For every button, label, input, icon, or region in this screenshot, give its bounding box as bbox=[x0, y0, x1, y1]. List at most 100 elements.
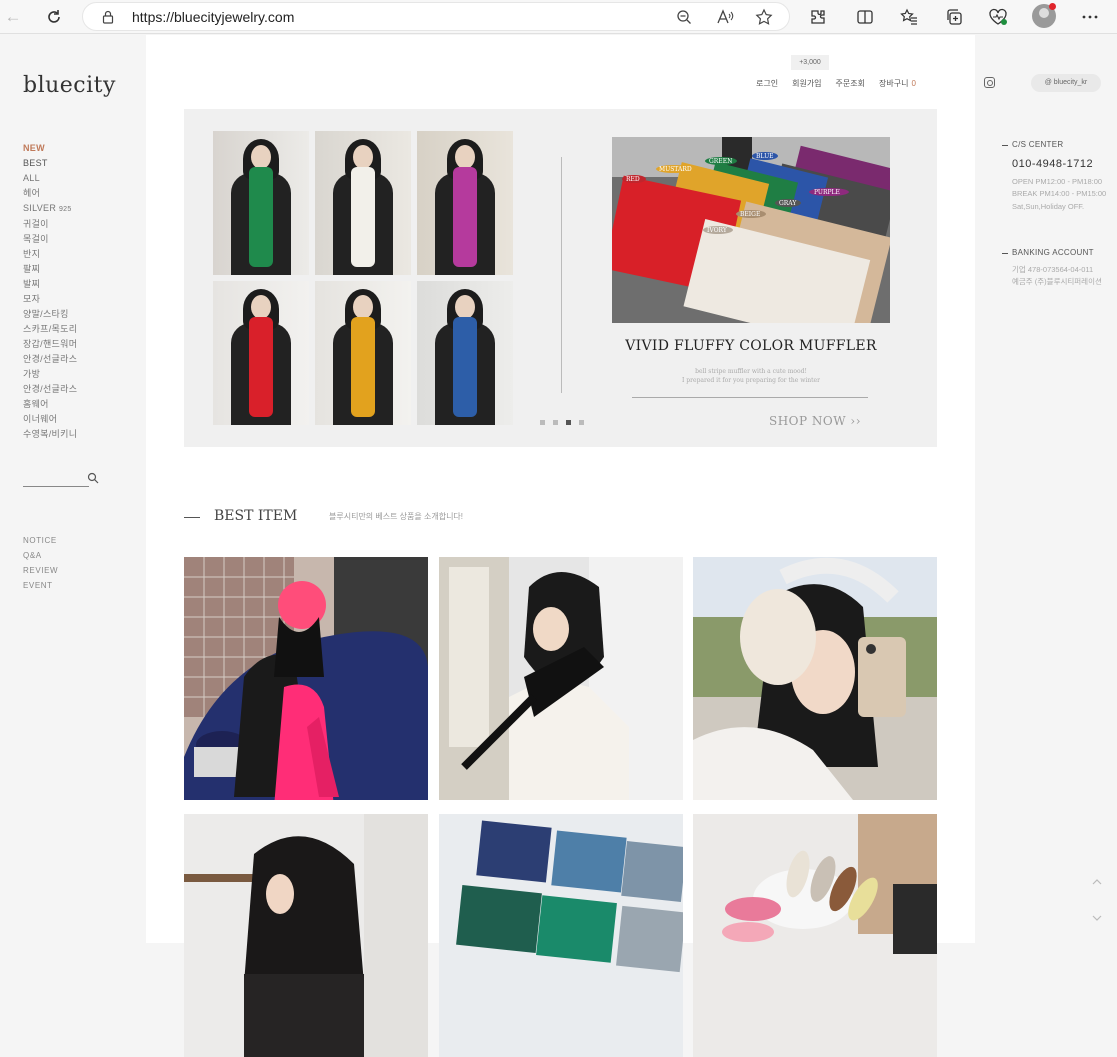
nav-item-notice[interactable]: NOTICE bbox=[23, 533, 58, 548]
hero-title: VIVID FLUFFY COLOR MUFFLER bbox=[625, 338, 877, 354]
product-card-fur-earmuff[interactable] bbox=[693, 557, 937, 800]
cart-label: 장바구니 bbox=[879, 79, 909, 88]
nav-item-anklet[interactable]: 발찌 bbox=[23, 277, 77, 292]
hero-tile-blue bbox=[417, 281, 513, 425]
scarf-swatch bbox=[249, 167, 273, 267]
category-nav: NEW BEST ALL 헤어 SILVER 925 귀걸이 목걸이 반지 팔찌… bbox=[23, 141, 77, 442]
cs-phone: 010-4948-1712 bbox=[1012, 158, 1094, 170]
product-card-knit-hood[interactable] bbox=[184, 814, 428, 1057]
hero-subtitle-line-2: I prepared it for you preparing for the … bbox=[682, 377, 820, 384]
zoom-out-icon[interactable] bbox=[673, 6, 695, 28]
signup-points-badge: +3,000 bbox=[791, 55, 829, 70]
nav-item-homewear[interactable]: 홈웨어 bbox=[23, 397, 77, 412]
scroll-down-icon[interactable] bbox=[1092, 913, 1102, 923]
product-card-solid-mufflers[interactable] bbox=[439, 814, 683, 1057]
scarf-swatch bbox=[249, 317, 273, 417]
account-holder: 예금주 (주)블루시티퍼레이션 bbox=[1012, 277, 1102, 286]
carousel-dot-1[interactable] bbox=[540, 420, 545, 425]
nav-item-best[interactable]: BEST bbox=[23, 156, 77, 171]
cart-link[interactable]: 장바구니 0 bbox=[879, 78, 916, 89]
product-card-pink-muffler[interactable] bbox=[184, 557, 428, 800]
nav-item-hair[interactable]: 헤어 bbox=[23, 186, 77, 201]
nav-item-glasses-2[interactable]: 안경/선글라스 bbox=[23, 382, 77, 397]
notification-dot bbox=[1049, 3, 1056, 10]
lock-icon bbox=[102, 10, 114, 24]
nav-item-bag[interactable]: 가방 bbox=[23, 367, 77, 382]
address-bar[interactable]: https://bluecityjewelry.com bbox=[82, 2, 790, 31]
carousel-dot-2[interactable] bbox=[553, 420, 558, 425]
favorites-icon[interactable] bbox=[896, 4, 922, 30]
nav-item-event[interactable]: EVENT bbox=[23, 578, 58, 593]
nav-item-bracelet[interactable]: 팔찌 bbox=[23, 262, 77, 277]
tag-green: GREEN bbox=[709, 158, 732, 165]
back-icon[interactable]: ← bbox=[0, 4, 26, 30]
scroll-up-icon[interactable] bbox=[1092, 877, 1102, 887]
hero-subtitle-line-1: bell stripe muffler with a cute mood! bbox=[695, 368, 807, 375]
collections-icon[interactable] bbox=[941, 4, 967, 30]
right-sidebar: @ bluecity_kr C/S CENTER 010-4948-1712 O… bbox=[975, 35, 1117, 943]
nav-item-hat[interactable]: 모자 bbox=[23, 292, 77, 307]
nav-item-glasses[interactable]: 안경/선글라스 bbox=[23, 352, 77, 367]
tag-red: RED bbox=[626, 176, 640, 183]
more-options-icon[interactable] bbox=[1077, 4, 1103, 30]
nav-item-necklace[interactable]: 목걸이 bbox=[23, 232, 77, 247]
order-lookup-link[interactable]: 주문조회 bbox=[836, 78, 865, 89]
nav-item-silver[interactable]: SILVER 925 bbox=[23, 201, 77, 217]
browser-toolbar: ← https://bluecityjewelry.com bbox=[0, 0, 1117, 34]
tag-purple: PURPLE bbox=[814, 189, 840, 196]
search-icon[interactable] bbox=[87, 472, 99, 484]
scarf-swatch bbox=[453, 317, 477, 417]
hero-rule bbox=[632, 397, 868, 398]
hero-tile-purple bbox=[417, 131, 513, 275]
tag-ivory: IVORY bbox=[707, 227, 728, 234]
hero-tile-green bbox=[213, 131, 309, 275]
carousel-dot-3[interactable] bbox=[566, 420, 571, 425]
hero-divider bbox=[561, 157, 562, 393]
product-card-black-balaclava[interactable] bbox=[439, 557, 683, 800]
browser-essentials-icon[interactable] bbox=[985, 4, 1011, 30]
nav-item-new[interactable]: NEW bbox=[23, 141, 77, 156]
hero-tile-ivory bbox=[315, 131, 411, 275]
hero-tile-mustard bbox=[315, 281, 411, 425]
nav-item-silver-label: SILVER bbox=[23, 203, 57, 213]
cs-break-hours: BREAK PM14:00 - PM15:00 bbox=[1012, 189, 1107, 198]
nav-item-qna[interactable]: Q&A bbox=[23, 548, 58, 563]
nav-item-earrings[interactable]: 귀걸이 bbox=[23, 217, 77, 232]
instagram-icon[interactable] bbox=[984, 77, 995, 88]
hero-subtitle: bell stripe muffler with a cute mood! I … bbox=[612, 367, 890, 385]
refresh-icon[interactable] bbox=[41, 4, 67, 30]
product-card-fluffy-hairpins[interactable] bbox=[693, 814, 937, 1057]
instagram-handle[interactable]: @ bluecity_kr bbox=[1031, 74, 1101, 92]
cs-center-heading: C/S CENTER bbox=[1001, 140, 1064, 149]
favorite-star-icon[interactable] bbox=[753, 6, 775, 28]
split-screen-icon[interactable] bbox=[852, 4, 878, 30]
nav-item-innerwear[interactable]: 이너웨어 bbox=[23, 412, 77, 427]
shop-now-link[interactable]: SHOP NOW ›› bbox=[769, 414, 861, 428]
nav-item-scarf[interactable]: 스카프/목도리 bbox=[23, 322, 77, 337]
tag-gray: GRAY bbox=[779, 200, 797, 207]
nav-item-all[interactable]: ALL bbox=[23, 171, 77, 186]
tag-mustard: MUSTARD bbox=[659, 166, 692, 173]
carousel-dot-4[interactable] bbox=[579, 420, 584, 425]
best-item-dash bbox=[184, 517, 200, 518]
scarf-swatch bbox=[351, 167, 375, 267]
nav-item-swimwear[interactable]: 수영복/비키니 bbox=[23, 427, 77, 442]
board-nav: NOTICE Q&A REVIEW EVENT bbox=[23, 533, 58, 593]
cart-count: 0 bbox=[911, 79, 916, 88]
login-link[interactable]: 로그인 bbox=[756, 78, 778, 89]
nav-item-review[interactable]: REVIEW bbox=[23, 563, 58, 578]
nav-item-gloves[interactable]: 장갑/핸드워머 bbox=[23, 337, 77, 352]
cs-open-hours: OPEN PM12:00 - PM18:00 bbox=[1012, 177, 1103, 186]
sidebar-search-input[interactable] bbox=[23, 486, 89, 487]
scarf-swatch bbox=[351, 317, 375, 417]
join-link[interactable]: 회원가입 bbox=[792, 78, 821, 89]
nav-item-socks[interactable]: 양말/스타킹 bbox=[23, 307, 77, 322]
read-aloud-icon[interactable] bbox=[714, 6, 736, 28]
nav-item-ring[interactable]: 반지 bbox=[23, 247, 77, 262]
main-content: +3,000 로그인 회원가입 주문조회 장바구니 0 RED MUSTARD … bbox=[146, 35, 975, 1057]
site-logo[interactable]: bluecity bbox=[23, 73, 116, 98]
extensions-icon[interactable] bbox=[805, 4, 831, 30]
url-text[interactable]: https://bluecityjewelry.com bbox=[132, 9, 294, 25]
hero-banner[interactable]: RED MUSTARD GREEN BLUE PURPLE GRAY BEIGE… bbox=[184, 109, 937, 447]
banking-heading: BANKING ACCOUNT bbox=[1002, 248, 1094, 257]
